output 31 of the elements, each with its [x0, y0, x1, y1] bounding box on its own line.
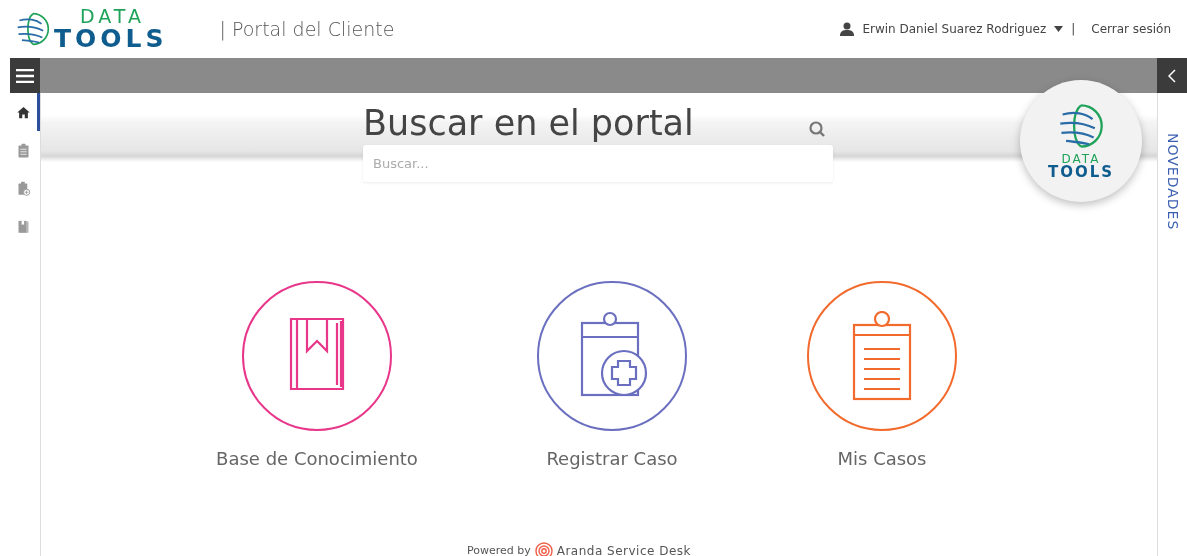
chevron-icon: [1168, 68, 1176, 83]
logo-text: TOOLS: [1047, 164, 1115, 180]
clipboard-icon: [16, 142, 31, 158]
search-field[interactable]: Buscar...: [363, 145, 833, 182]
tile-label[interactable]: Mis Casos: [837, 445, 927, 472]
clipboard-add-icon: [16, 180, 31, 196]
book-icon: [16, 218, 31, 234]
user-icon: [840, 22, 855, 36]
separator: |: [1071, 21, 1076, 38]
logo-text: TOOLS: [54, 26, 168, 51]
powered-by-text: Powered by: [466, 542, 531, 556]
brand-name: Aranda Service Desk: [556, 543, 692, 556]
logo-text: DATA: [80, 7, 146, 26]
home-icon: [16, 104, 31, 120]
user-name: Erwin Daniel Suarez Rodriguez: [862, 21, 1047, 38]
collapse-button[interactable]: [1157, 58, 1187, 93]
menu-button[interactable]: [10, 58, 40, 93]
globe-icon: [1058, 102, 1104, 149]
menu-icon: [16, 68, 34, 83]
spiral-icon: [534, 542, 553, 556]
logout-link[interactable]: Cerrar sesión: [1091, 20, 1171, 38]
logo-text: DATA: [1061, 152, 1101, 165]
news-tab[interactable]: NOVEDADES: [1162, 133, 1183, 556]
tile-label[interactable]: Registrar Caso: [546, 445, 678, 472]
tile-label[interactable]: Base de Conocimiento: [216, 445, 418, 472]
portal-title: | Portal del Cliente: [219, 16, 395, 43]
search-title: Buscar en el portal: [363, 102, 694, 145]
caret-icon: [1054, 26, 1064, 32]
globe-icon: [16, 12, 50, 46]
user-menu[interactable]: Erwin Daniel Suarez Rodriguez: [840, 20, 1064, 38]
logo[interactable]: DATA TOOLS: [16, 7, 168, 51]
